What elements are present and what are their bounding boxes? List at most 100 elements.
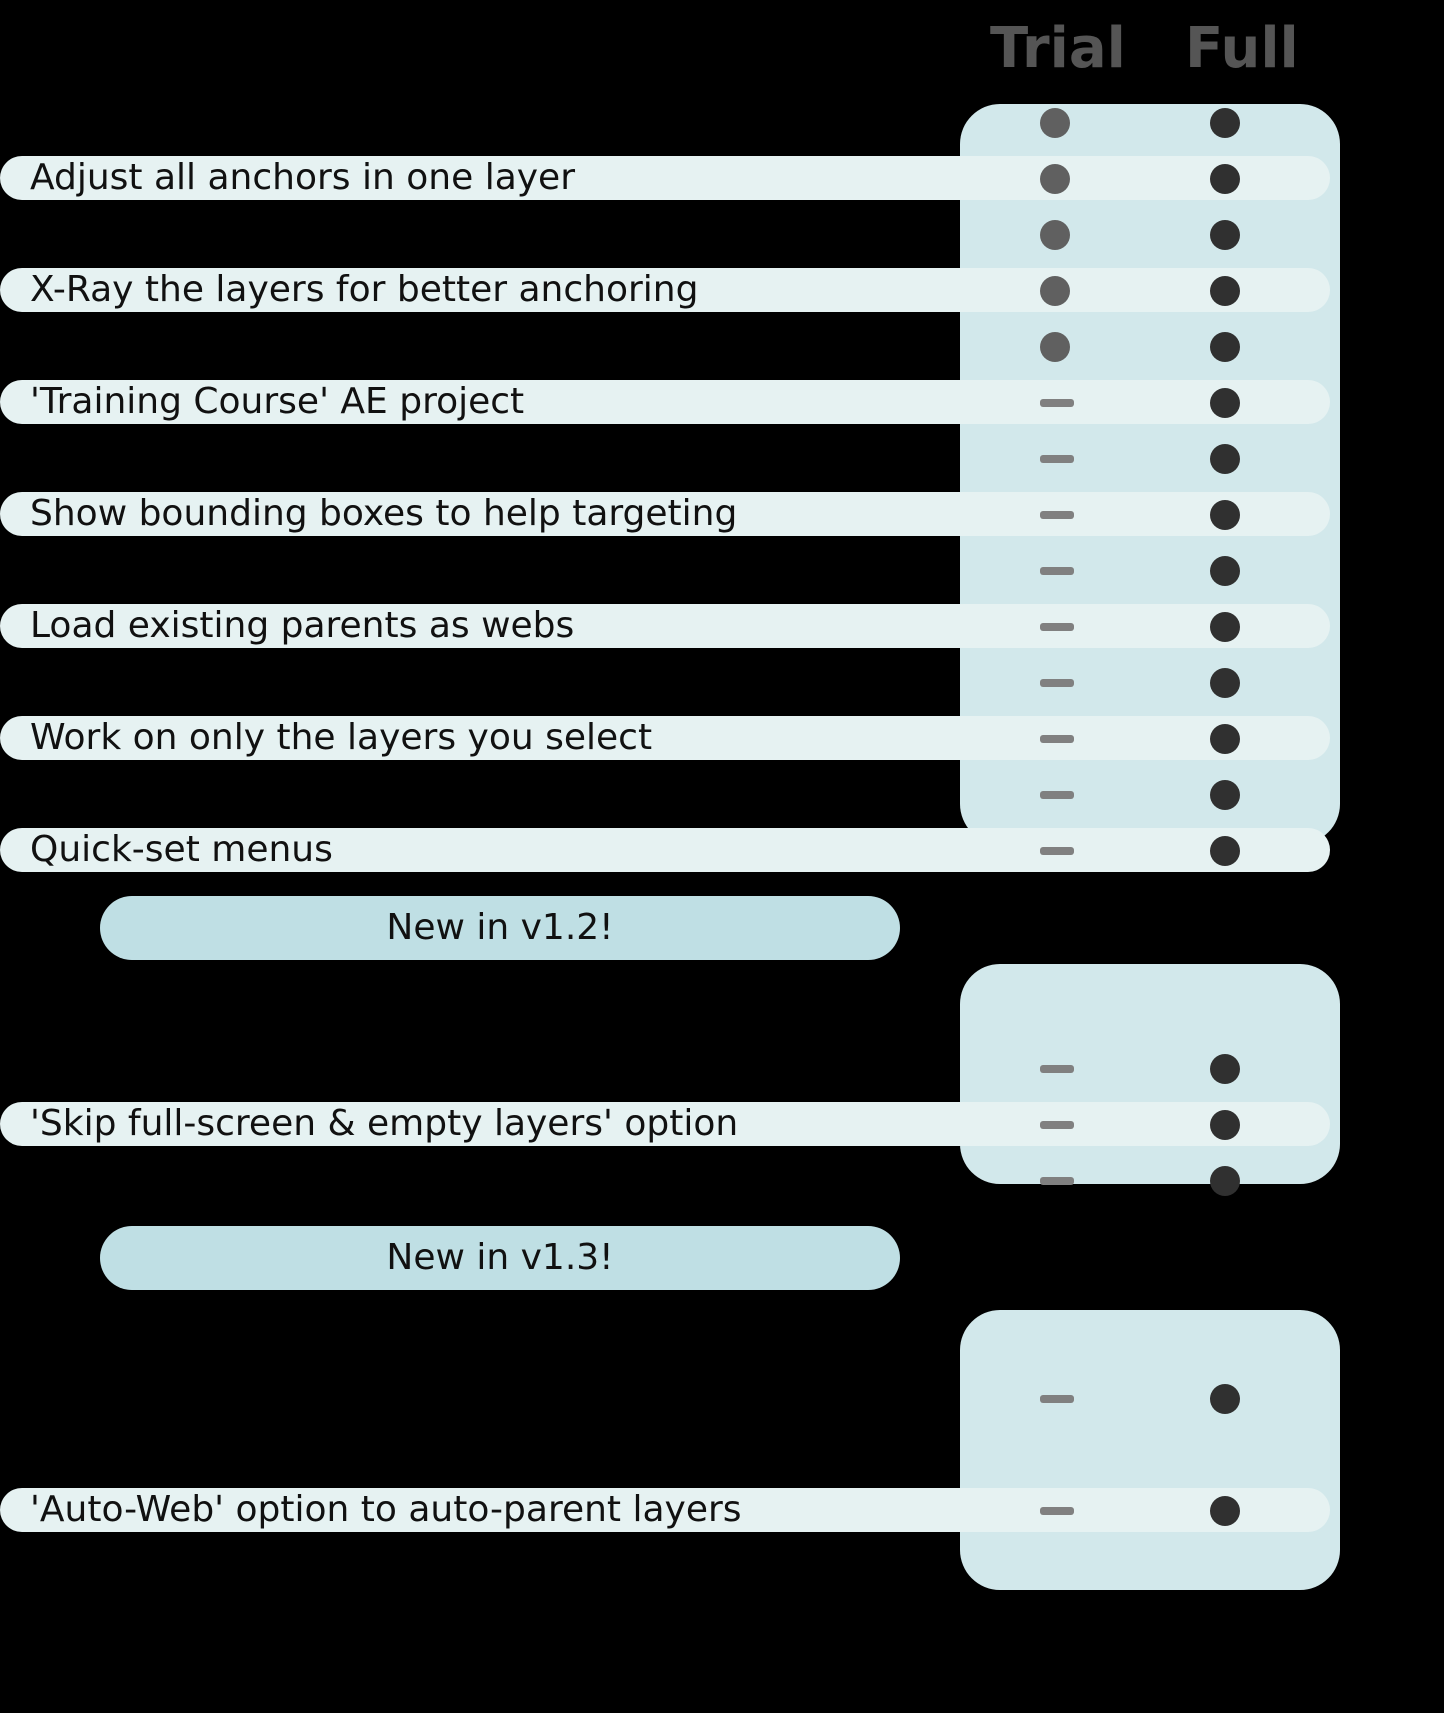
dash-icon (1040, 567, 1074, 575)
full-mark (1210, 388, 1240, 418)
feature-comparison-page: Trial Full No time limit! Adjust all anc… (0, 0, 1444, 1594)
dot-icon (1210, 220, 1240, 250)
dot-icon (1210, 332, 1240, 362)
dot-icon (1210, 108, 1240, 138)
dash-icon (1040, 511, 1074, 519)
dash-icon (1040, 847, 1074, 855)
dot-icon (1210, 1166, 1240, 1196)
feature-row (0, 1040, 1444, 1096)
full-mark (1210, 1384, 1240, 1414)
dot-icon (1210, 444, 1240, 474)
feature-label: Quick-set menus (0, 828, 1330, 872)
full-mark (1210, 164, 1240, 194)
feature-row (0, 94, 1444, 150)
feature-row (0, 542, 1444, 598)
dot-icon (1210, 1110, 1240, 1140)
feature-row (0, 430, 1444, 486)
feature-row: Show bounding boxes to help targeting (0, 486, 1444, 542)
feature-label: Load existing parents as webs (0, 604, 1330, 648)
full-mark (1210, 1166, 1240, 1196)
full-mark (1210, 220, 1240, 250)
dot-icon (1040, 164, 1070, 194)
trial-mark (1040, 444, 1070, 474)
feature-label: 'Training Course' AE project (0, 380, 1330, 424)
dot-icon (1210, 500, 1240, 530)
trial-mark (1040, 1552, 1070, 1582)
feature-label: Work on only the layers you select (0, 716, 1330, 760)
dot-icon (1210, 780, 1240, 810)
trial-mark (1040, 612, 1070, 642)
trial-mark (1040, 780, 1070, 810)
feature-row (0, 766, 1444, 822)
full-mark (1210, 444, 1240, 474)
trial-mark (1040, 220, 1070, 250)
dot-icon (1040, 108, 1070, 138)
full-mark (1210, 1440, 1240, 1470)
dot-icon (1040, 220, 1070, 250)
dot-icon (1210, 164, 1240, 194)
feature-row: 'Training Course' AE project (0, 374, 1444, 430)
full-mark (1210, 612, 1240, 642)
dash-icon (1040, 455, 1074, 463)
trial-mark (1040, 1440, 1070, 1470)
dash-icon (1040, 1395, 1074, 1403)
full-mark (1210, 332, 1240, 362)
column-header-trial: Trial (990, 16, 1126, 81)
dot-icon (1040, 276, 1070, 306)
dash-icon (1040, 679, 1074, 687)
full-mark (1210, 724, 1240, 754)
trial-mark (1040, 388, 1070, 418)
feature-row (0, 1152, 1444, 1208)
full-mark (1210, 1054, 1240, 1084)
trial-mark (1040, 1166, 1070, 1196)
trial-mark (1040, 164, 1070, 194)
feature-row (0, 1538, 1444, 1594)
trial-mark (1040, 1110, 1070, 1140)
feature-label: 'Auto-Web' option to auto-parent layers (0, 1488, 1330, 1532)
dash-icon (1040, 1121, 1074, 1129)
section-heading: New in v1.3! (100, 1226, 900, 1290)
feature-row: Work on only the layers you select (0, 710, 1444, 766)
dot-icon (1210, 1496, 1240, 1526)
dot-icon (1210, 836, 1240, 866)
dot-icon (1210, 724, 1240, 754)
dash-icon (1040, 623, 1074, 631)
feature-row (0, 1370, 1444, 1426)
trial-mark (1040, 332, 1070, 362)
full-mark (1210, 780, 1240, 810)
full-mark (1210, 1552, 1240, 1582)
feature-row: Quick-set menus (0, 822, 1444, 878)
dash-icon (1040, 791, 1074, 799)
feature-row: X-Ray the layers for better anchoring (0, 262, 1444, 318)
trial-mark (1040, 276, 1070, 306)
trial-mark (1040, 556, 1070, 586)
trial-mark (1040, 108, 1070, 138)
dot-icon (1210, 556, 1240, 586)
feature-row (0, 1426, 1444, 1482)
full-mark (1210, 556, 1240, 586)
column-header-full: Full (1185, 16, 1299, 81)
feature-row: 'Auto-Web' option to auto-parent layers (0, 1482, 1444, 1538)
full-mark (1210, 1110, 1240, 1140)
full-mark (1210, 1496, 1240, 1526)
dash-icon (1040, 735, 1074, 743)
full-mark (1210, 276, 1240, 306)
trial-mark (1040, 668, 1070, 698)
column-headers: Trial Full (0, 4, 1444, 94)
dot-icon (1210, 1384, 1240, 1414)
dash-icon (1040, 1065, 1074, 1073)
dot-icon (1210, 1054, 1240, 1084)
section-heading: New in v1.2! (100, 896, 900, 960)
feature-row: Adjust all anchors in one layer (0, 150, 1444, 206)
trial-mark (1040, 1496, 1070, 1526)
dot-icon (1210, 668, 1240, 698)
full-mark (1210, 836, 1240, 866)
trial-mark (1040, 500, 1070, 530)
feature-label: Show bounding boxes to help targeting (0, 492, 1330, 536)
full-mark (1210, 668, 1240, 698)
feature-row: Load existing parents as webs (0, 598, 1444, 654)
dash-icon (1040, 1507, 1074, 1515)
feature-row: 'Skip full-screen & empty layers' option (0, 1096, 1444, 1152)
feature-row (0, 654, 1444, 710)
dot-icon (1210, 612, 1240, 642)
